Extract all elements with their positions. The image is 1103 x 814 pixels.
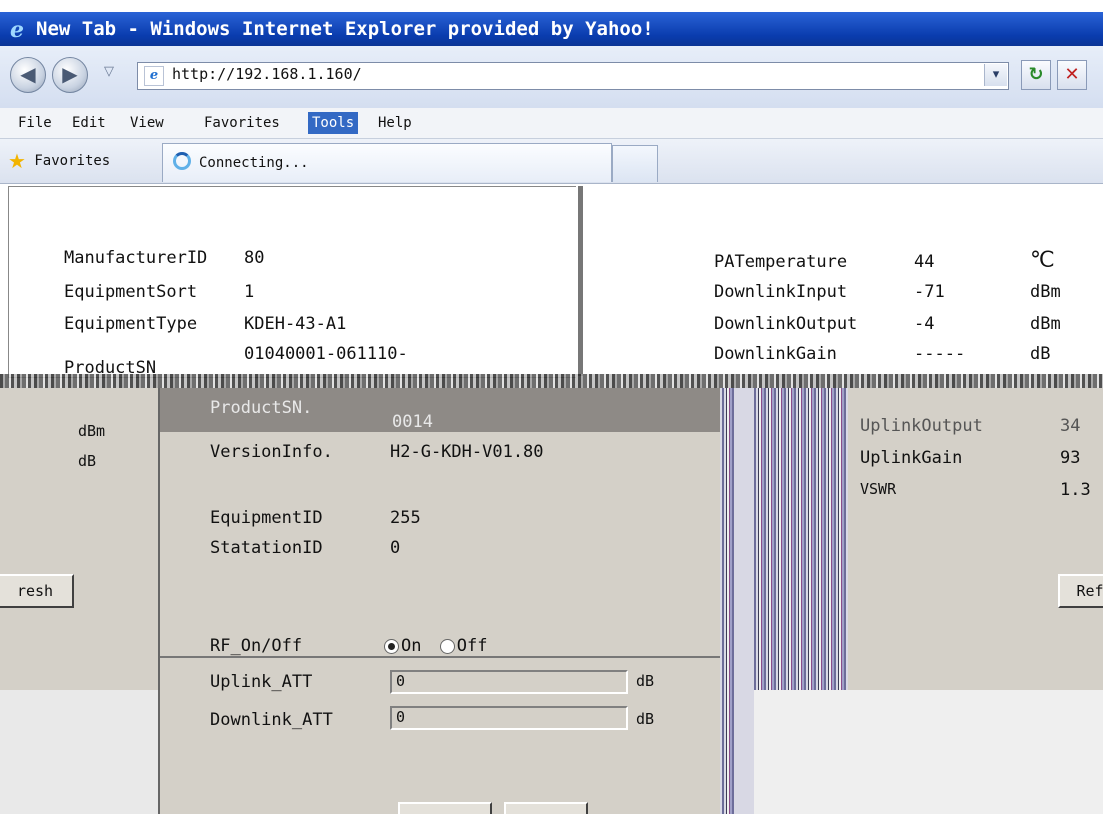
product-sn-value: 01040001-061110- (244, 344, 408, 364)
pa-temperature-label: PATemperature (714, 252, 848, 272)
lower-left-base (0, 690, 158, 814)
lower-product-sn-value: 0014 (392, 412, 433, 432)
downlink-att-unit: dB (636, 710, 655, 728)
reset-button[interactable] (504, 802, 588, 814)
pa-temperature-unit: ℃ (1030, 248, 1055, 273)
render-glitch-band (0, 374, 1103, 388)
downlink-att-input[interactable]: 0 (390, 706, 628, 730)
uplink-output-value: 34 (1060, 416, 1081, 436)
equipment-type-label: EquipmentType (64, 314, 198, 334)
downlink-gain-unit: dB (1030, 344, 1051, 364)
version-info-label: VersionInfo. (210, 442, 333, 462)
equipment-sort-label: EquipmentSort (64, 282, 198, 302)
refresh-right-button[interactable]: Ref (1058, 574, 1103, 608)
history-dropdown-icon[interactable]: ▽ (104, 64, 114, 79)
uplink-att-unit: dB (636, 672, 655, 690)
section-divider (160, 656, 720, 658)
downlink-att-label: Downlink_ATT (210, 710, 333, 730)
menu-edit[interactable]: Edit (68, 112, 110, 134)
menu-tools[interactable]: Tools (308, 112, 359, 134)
equipment-id-label: EquipmentID (210, 508, 323, 528)
manufacturer-id-value: 80 (244, 248, 265, 268)
vswr-label: VSWR (860, 480, 897, 498)
rf-onoff-label: RF_On/Off (210, 636, 303, 656)
equipment-type-value: KDEH-43-A1 (244, 314, 347, 334)
back-button[interactable]: ◀ (10, 57, 46, 93)
window-title-bar: e New Tab - Windows Internet Explorer pro… (0, 12, 1103, 46)
manufacturer-id-label: ManufacturerID (64, 248, 208, 268)
tab-label: Connecting... (199, 155, 309, 171)
favorites-button[interactable]: ★ Favorites (8, 149, 110, 173)
submit-button[interactable] (398, 802, 492, 814)
favorites-star-icon: ★ (8, 149, 26, 173)
uplink-att-input[interactable]: 0 (390, 670, 628, 694)
version-info-value: H2-G-KDH-V01.80 (390, 442, 544, 462)
address-dropdown-button[interactable]: ▾ (984, 64, 1007, 86)
loading-spinner-icon (173, 152, 191, 170)
rf-off-radio[interactable] (439, 638, 455, 654)
lower-product-sn-label: ProductSN. (210, 398, 313, 418)
rf-radio-group: On Off (384, 636, 487, 656)
uplink-att-label: Uplink_ATT (210, 672, 313, 692)
menu-favorites[interactable]: Favorites (200, 112, 284, 134)
downlink-input-value: -71 (914, 282, 945, 302)
window-title: New Tab - Windows Internet Explorer prov… (36, 18, 654, 40)
downlink-input-label: DownlinkInput (714, 282, 848, 302)
lower-left-unit-dbm: dBm (78, 422, 106, 440)
rf-on-label: On (401, 636, 422, 656)
lower-left-unit-db: dB (78, 452, 97, 470)
glitch-stripes-b (754, 388, 848, 690)
downlink-output-label: DownlinkOutput (714, 314, 858, 334)
rf-off-label: Off (456, 636, 488, 656)
menu-file[interactable]: File (14, 112, 56, 134)
downlink-input-unit: dBm (1030, 282, 1061, 302)
downlink-gain-value: ----- (914, 344, 966, 364)
tab-connecting[interactable]: Connecting... (162, 143, 612, 182)
ie-logo-icon: e (10, 16, 24, 43)
downlink-gain-label: DownlinkGain (714, 344, 837, 364)
page-content: ManufacturerID 80 EquipmentSort 1 Equipm… (0, 184, 1103, 814)
address-input[interactable]: http://192.168.1.160/ (172, 65, 362, 83)
downlink-output-value: -4 (914, 314, 935, 334)
menu-help[interactable]: Help (374, 112, 416, 134)
pa-temperature-value: 44 (914, 252, 935, 272)
favorites-bar: ★ Favorites Connecting... (0, 139, 1103, 184)
forward-button[interactable]: ▶ (52, 57, 88, 93)
favorites-label: Favorites (34, 153, 111, 169)
forward-arrow-icon: ▶ (62, 62, 78, 86)
glitch-stripes-a (722, 388, 734, 814)
frame-divider (578, 186, 583, 376)
rf-on-radio[interactable] (384, 638, 399, 654)
back-arrow-icon: ◀ (20, 62, 36, 86)
uplink-gain-value: 93 (1060, 448, 1081, 468)
downlink-output-unit: dBm (1030, 314, 1061, 334)
menu-bar: File Edit View Favorites Tools Help (0, 108, 1103, 139)
uplink-output-label: UplinkOutput (860, 416, 983, 436)
equipment-sort-value: 1 (244, 282, 255, 302)
stop-button[interactable]: ✕ (1057, 60, 1087, 90)
page-icon: e (144, 66, 164, 86)
address-bar[interactable]: e http://192.168.1.160/ ▾ (137, 62, 1009, 90)
refresh-button[interactable]: ↻ (1021, 60, 1051, 90)
new-tab-button[interactable] (612, 145, 658, 182)
refresh-left-button[interactable]: resh (0, 574, 74, 608)
address-toolbar: ◀ ▶ ▽ e http://192.168.1.160/ ▾ ↻ ✕ (0, 46, 1103, 108)
lower-right-base (754, 690, 1103, 814)
vswr-value: 1.3 (1060, 480, 1091, 500)
equipment-id-value: 255 (390, 508, 421, 528)
uplink-gain-label: UplinkGain (860, 448, 963, 468)
station-id-label: StatationID (210, 538, 323, 558)
station-id-value: 0 (390, 538, 401, 558)
menu-view[interactable]: View (126, 112, 168, 134)
